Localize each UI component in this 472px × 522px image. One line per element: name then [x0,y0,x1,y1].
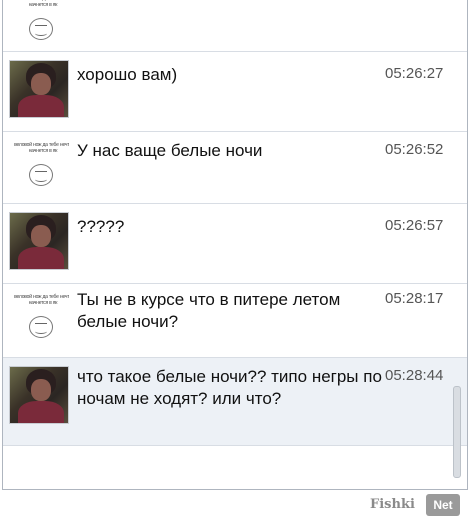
meme-avatar[interactable]: веловой нож да тебе нечто начнется в як [9,292,69,350]
smiley-icon [29,18,53,40]
meme-caption: веловой нож да тебе нечто начнется в як [14,0,69,8]
message-row: что такое белые ночи?? типо негры по ноч… [3,358,467,446]
message-time: 05:28:17 [385,290,444,307]
message-text: У нас ваще белые ночи [77,141,263,160]
message-text: хорошо вам) [77,65,178,84]
message-time: 05:26:52 [385,141,444,158]
meme-caption: веловой нож да тебе нечто начнется в як [14,294,69,306]
user-photo-avatar[interactable] [9,60,69,118]
meme-caption: веловой нож да тебе нечто начнется в як [14,142,69,154]
message-time: 05:26:27 [385,65,444,82]
user-photo-avatar[interactable] [9,366,69,424]
meme-avatar[interactable]: веловой нож да тебе нечто начнется в як [9,140,69,198]
message-time: 05:28:44 [385,367,444,384]
message-row: хорошо вам) 05:26:27 [3,52,467,132]
message-text: Ты не в курсе что в питере летом белые н… [77,290,341,331]
watermark-text: Fishki [370,497,415,512]
scrollbar-thumb[interactable] [453,386,461,478]
message-text: что такое белые ночи?? типо негры по ноч… [77,367,382,408]
smiley-icon [29,164,53,186]
message-row: ????? 05:26:57 [3,204,467,284]
watermark-badge: Net [426,494,460,516]
message-row: веловой нож да тебе нечто начнется в як [3,0,467,52]
message-row: веловой нож да тебе нечто начнется в як … [3,284,467,358]
watermark-logo: Fishki Net [370,494,466,516]
meme-avatar[interactable]: веловой нож да тебе нечто начнется в як [9,0,69,52]
smiley-icon [29,316,53,338]
message-time: 05:26:57 [385,217,444,234]
message-row: веловой нож да тебе нечто начнется в як … [3,132,467,204]
user-photo-avatar[interactable] [9,212,69,270]
chat-history-panel: веловой нож да тебе нечто начнется в як … [2,0,468,490]
message-text: ????? [77,217,125,236]
